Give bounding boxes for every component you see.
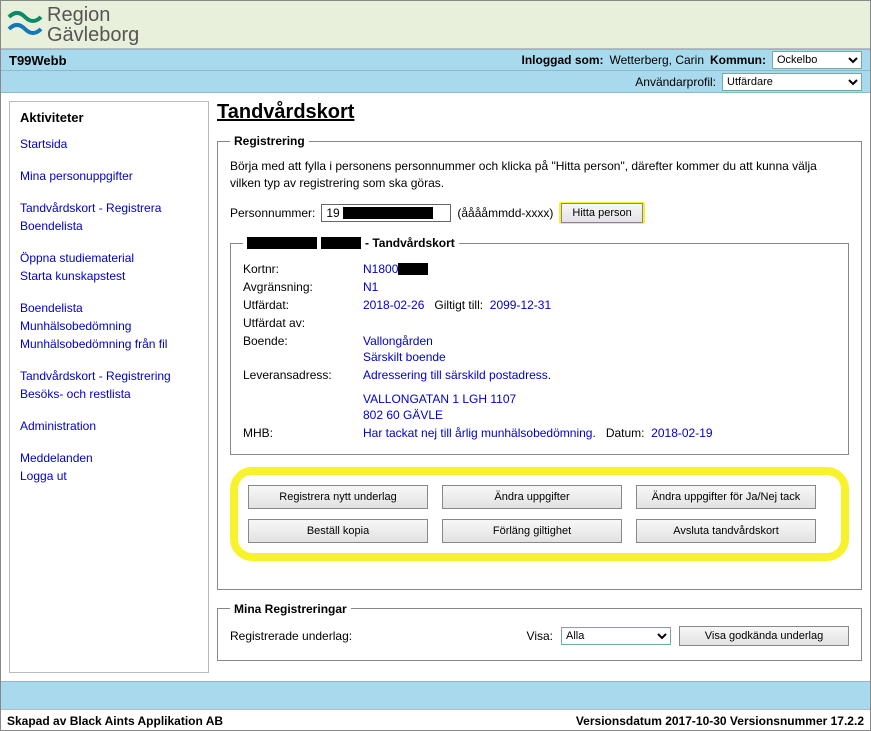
leveransadress-label: Leveransadress: xyxy=(243,368,363,422)
registered-items-label: Registrerade underlag: xyxy=(230,629,380,643)
sidebar-link[interactable]: Mina personuppgifter xyxy=(20,167,198,185)
sidebar-link[interactable]: Munhälsobedömning från fil xyxy=(20,335,198,353)
kommun-select[interactable]: Ockelbo xyxy=(772,51,862,69)
mhb-value: Har tackat nej till årlig munhälsobedömn… xyxy=(363,426,836,440)
footer-spacer xyxy=(1,681,870,709)
status-bar-profile: Användarprofil: Utfärdare xyxy=(1,71,870,93)
sidebar-link[interactable]: Tandvårdskort - Registrering xyxy=(20,367,198,385)
leveransadress-value: Adressering till särskild postadress. VA… xyxy=(363,368,836,422)
utfardat-av-label: Utfärdat av: xyxy=(243,316,363,330)
logo-text-line2: Gävleborg xyxy=(47,25,139,45)
main-content: Tandvårdskort Registrering Börja med att… xyxy=(217,101,862,673)
page-title: Tandvårdskort xyxy=(217,101,862,124)
card-fieldset: - Tandvårdskort Kortnr: N1800 Avgränsnin… xyxy=(230,236,849,455)
my-registrations-legend: Mina Registreringar xyxy=(230,602,351,616)
body: Aktiviteter Startsida Mina personuppgift… xyxy=(1,93,870,681)
profile-label: Användarprofil: xyxy=(635,75,716,89)
card-legend-suffix: - Tandvårdskort xyxy=(365,236,455,250)
status-bar-top: T99Webb Inloggad som: Wetterberg, Carin … xyxy=(1,49,870,71)
boende-value: Vallongården Särskilt boende xyxy=(363,334,836,364)
sidebar-link[interactable]: Starta kunskapstest xyxy=(20,267,198,285)
utfardat-label: Utfärdat: xyxy=(243,298,363,312)
sidebar: Aktiviteter Startsida Mina personuppgift… xyxy=(9,101,209,673)
show-approved-button[interactable]: Visa godkända underlag xyxy=(679,626,849,646)
personnummer-hint: (ååååmmdd-xxxx) xyxy=(457,206,553,220)
kortnr-value: N1800 xyxy=(363,262,836,276)
brand-header: Region Gävleborg xyxy=(1,1,870,49)
extend-validity-button[interactable]: Förläng giltighet xyxy=(442,519,622,543)
visa-label: Visa: xyxy=(527,629,553,643)
redaction xyxy=(398,263,428,275)
registration-fieldset: Registrering Börja med att fylla i perso… xyxy=(217,134,862,590)
sidebar-link[interactable]: Meddelanden xyxy=(20,449,198,467)
sidebar-link[interactable]: Boendelista xyxy=(20,299,198,317)
sidebar-link[interactable]: Öppna studiematerial xyxy=(20,249,198,267)
highlight-find-person: Hitta person xyxy=(559,202,644,224)
app-name: T99Webb xyxy=(9,53,67,68)
footer-left: Skapad av Black Aints Applikation AB xyxy=(7,714,223,728)
footer: Skapad av Black Aints Applikation AB Ver… xyxy=(1,709,870,730)
logo-text-line1: Region xyxy=(47,5,139,25)
utfardat-value: 2018-02-26 Giltigt till: 2099-12-31 xyxy=(363,298,836,312)
boende-label: Boende: xyxy=(243,334,363,364)
mhb-label: MHB: xyxy=(243,426,363,440)
sidebar-link[interactable]: Tandvårdskort - Registrera xyxy=(20,199,198,217)
action-buttons-highlight: Registrera nytt underlag Ändra uppgifter… xyxy=(230,467,849,561)
register-new-button[interactable]: Registrera nytt underlag xyxy=(248,485,428,509)
close-card-button[interactable]: Avsluta tandvårdskort xyxy=(636,519,816,543)
personnummer-label: Personnummer: xyxy=(230,206,315,220)
order-copy-button[interactable]: Beställ kopia xyxy=(248,519,428,543)
sidebar-link[interactable]: Logga ut xyxy=(20,467,198,485)
registration-legend: Registrering xyxy=(230,134,309,148)
edit-yesno-button[interactable]: Ändra uppgifter för Ja/Nej tack xyxy=(636,485,816,509)
visa-select[interactable]: Alla xyxy=(561,627,671,645)
sidebar-link[interactable]: Startsida xyxy=(20,135,198,153)
sidebar-link[interactable]: Boendelista xyxy=(20,217,198,235)
redaction xyxy=(321,237,361,249)
sidebar-link[interactable]: Besöks- och restlista xyxy=(20,385,198,403)
avgransning-label: Avgränsning: xyxy=(243,280,363,294)
edit-details-button[interactable]: Ändra uppgifter xyxy=(442,485,622,509)
kortnr-label: Kortnr: xyxy=(243,262,363,276)
logo: Region Gävleborg xyxy=(7,5,139,45)
sidebar-link[interactable]: Munhälsobedömning xyxy=(20,317,198,335)
logged-in-label: Inloggad som: xyxy=(522,53,604,67)
footer-right: Versionsdatum 2017-10-30 Versionsnummer … xyxy=(576,714,864,728)
profile-select[interactable]: Utfärdare xyxy=(722,73,862,91)
kommun-label: Kommun: xyxy=(710,53,766,67)
logged-in-user: Wetterberg, Carin xyxy=(610,53,704,67)
utfardat-av-value xyxy=(363,316,836,330)
card-legend: - Tandvårdskort xyxy=(243,236,459,252)
sidebar-title: Aktiviteter xyxy=(20,110,198,125)
sidebar-link[interactable]: Administration xyxy=(20,417,198,435)
avgransning-value: N1 xyxy=(363,280,836,294)
redaction xyxy=(247,237,317,249)
card-details: Kortnr: N1800 Avgränsning: N1 Utfärdat: … xyxy=(243,262,836,440)
app-window: Region Gävleborg T99Webb Inloggad som: W… xyxy=(0,0,871,731)
find-person-button[interactable]: Hitta person xyxy=(561,203,642,223)
registration-instructions: Börja med att fylla i personens personnu… xyxy=(230,158,849,192)
my-registrations-fieldset: Mina Registreringar Registrerade underla… xyxy=(217,602,862,661)
personnummer-row: Personnummer: (ååååmmdd-xxxx) Hitta pers… xyxy=(230,202,849,224)
logo-icon xyxy=(7,7,43,43)
redaction xyxy=(343,207,433,219)
